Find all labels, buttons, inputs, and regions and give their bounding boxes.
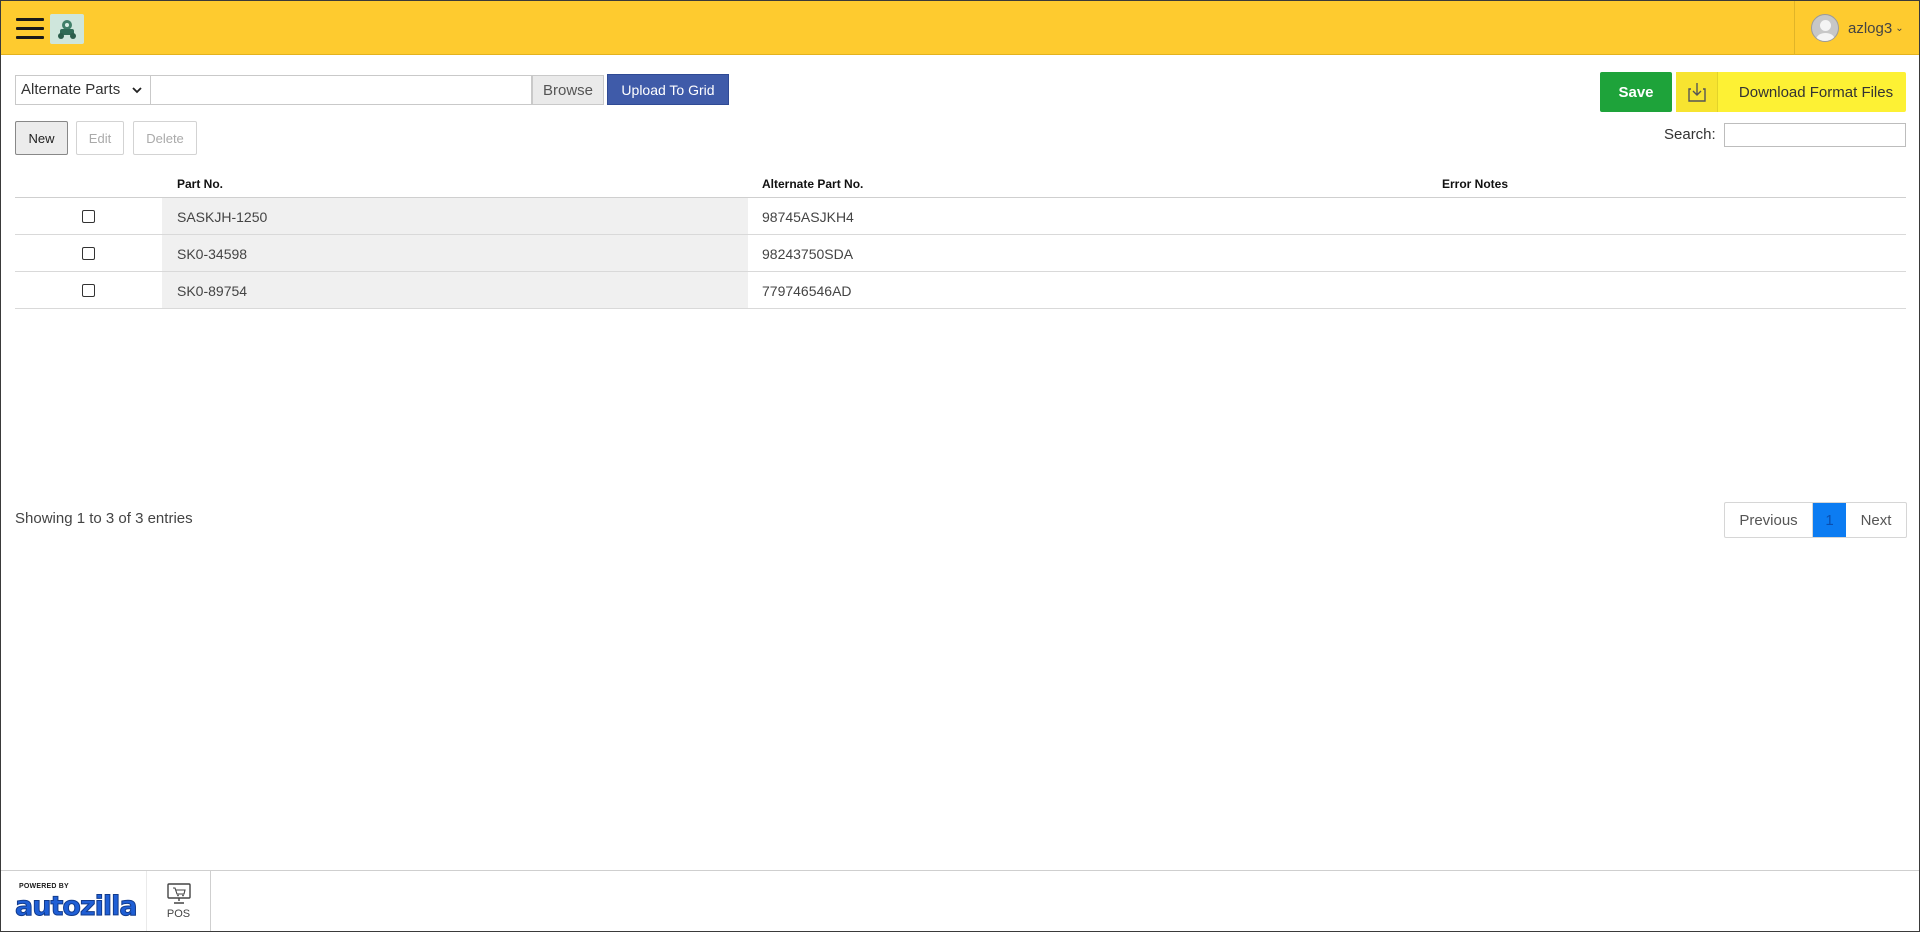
file-path-input[interactable] (150, 75, 532, 105)
pos-label: POS (166, 907, 191, 920)
footer-bar: POWERED BY autozilla POS (1, 870, 1919, 931)
next-page-button[interactable]: Next (1846, 503, 1906, 537)
alternate-part-no-cell: 98243750SDA (762, 246, 854, 262)
powered-by-label: POWERED BY (19, 883, 69, 890)
previous-page-button[interactable]: Previous (1725, 503, 1813, 537)
brand-wordmark: autozilla (15, 891, 139, 923)
app-window (0, 0, 1920, 932)
column-header-alternate-part-no[interactable]: Alternate Part No. (762, 177, 863, 191)
pos-terminal-icon (166, 882, 191, 904)
chevron-down-icon: ⌄ (1895, 22, 1904, 34)
row-checkbox[interactable] (82, 247, 95, 260)
chevron-down-icon (131, 83, 143, 100)
company-logo-icon[interactable] (50, 14, 84, 44)
pos-shortcut[interactable]: POS (146, 871, 211, 931)
part-no-cell: SK0-34598 (162, 235, 748, 271)
edit-button: Edit (76, 121, 124, 155)
save-button[interactable]: Save (1600, 72, 1672, 112)
top-bar: azlog3 ⌄ (1, 1, 1919, 55)
user-name: azlog3 (1848, 19, 1893, 37)
entries-info: Showing 1 to 3 of 3 entries (15, 510, 193, 527)
upload-type-select[interactable]: Alternate Parts (15, 75, 150, 105)
part-no-cell: SASKJH-1250 (162, 198, 748, 234)
delete-button: Delete (133, 121, 197, 155)
column-header-error-notes[interactable]: Error Notes (1442, 177, 1508, 191)
page-1-button[interactable]: 1 (1813, 503, 1846, 537)
new-button[interactable]: New (15, 121, 68, 155)
grid-header: Part No. Alternate Part No. Error Notes (15, 164, 1906, 198)
column-header-part-no[interactable]: Part No. (177, 177, 223, 191)
pagination: Previous 1 Next (1724, 502, 1907, 538)
upload-to-grid-button[interactable]: Upload To Grid (607, 74, 729, 105)
search-label: Search: (1664, 126, 1716, 143)
alternate-part-no-cell: 98745ASJKH4 (762, 209, 854, 225)
row-checkbox[interactable] (82, 284, 95, 297)
autozilla-logo: POWERED BY autozilla (15, 883, 139, 927)
table-row[interactable]: SK0-34598 98243750SDA (15, 235, 1906, 272)
part-no-cell: SK0-89754 (162, 272, 748, 308)
download-format-files-label: Download Format Files (1738, 83, 1894, 101)
hamburger-menu-icon[interactable] (16, 18, 44, 40)
table-row[interactable]: SK0-89754 779746546AD (15, 272, 1906, 309)
browse-button[interactable]: Browse (532, 75, 604, 105)
search-input[interactable] (1724, 123, 1906, 147)
parts-grid: Part No. Alternate Part No. Error Notes … (15, 164, 1906, 309)
table-row[interactable]: SASKJH-1250 98745ASJKH4 (15, 198, 1906, 235)
download-format-files-button[interactable]: Download Format Files (1676, 72, 1906, 112)
user-menu[interactable]: azlog3 ⌄ (1794, 1, 1919, 55)
download-icon (1676, 72, 1718, 112)
user-avatar-icon (1811, 14, 1839, 42)
row-checkbox[interactable] (82, 210, 95, 223)
upload-type-value: Alternate Parts (21, 81, 121, 98)
alternate-part-no-cell: 779746546AD (762, 283, 852, 299)
